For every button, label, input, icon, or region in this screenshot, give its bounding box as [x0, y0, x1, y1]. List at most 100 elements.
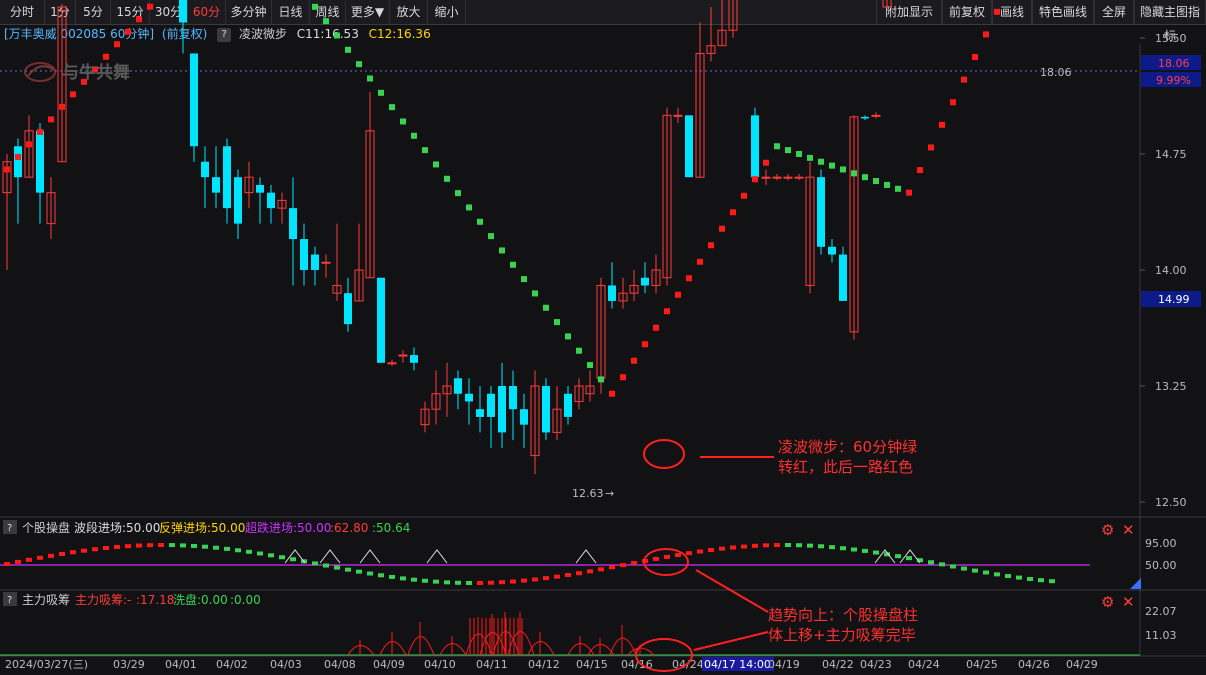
candle-body-29 — [321, 261, 331, 264]
toolbar-right-btn-2[interactable]: 画线 — [992, 0, 1032, 24]
lingbo-dot-74 — [818, 158, 824, 165]
toolbar-btn-4[interactable]: 30分 — [150, 0, 188, 24]
candle-body-59 — [651, 269, 661, 286]
panel1-wave: 波段进场:50.00 — [74, 520, 160, 535]
toolbar-right-btn-4[interactable]: 全屏 — [1094, 0, 1134, 24]
panel1-mark-88 — [972, 568, 978, 573]
panel1-mark-55 — [609, 565, 615, 570]
panel1-mark-31 — [345, 567, 351, 572]
lingbo-dot-83 — [917, 167, 923, 174]
candle-body-40 — [442, 385, 452, 395]
panel1-triangle-1 — [319, 549, 341, 564]
panel2-arc-4 — [465, 633, 493, 656]
panel1-close-icon[interactable]: ✕ — [1122, 521, 1135, 539]
toolbar-btn-0[interactable]: 分时 — [0, 0, 45, 24]
toolbar-btn-10[interactable]: 放大 — [390, 0, 428, 24]
candle-body-64 — [706, 45, 716, 54]
toolbar-btn-9[interactable]: 更多▼ — [346, 0, 390, 24]
lingbo-dot-33 — [367, 75, 373, 82]
panel1-triangle-2 — [359, 549, 381, 564]
panel1-help-icon[interactable] — [3, 520, 17, 534]
panel1-mark-94 — [1038, 578, 1044, 583]
candle-body-76 — [839, 254, 847, 301]
candle-body-25 — [277, 199, 287, 209]
panel1-mark-19 — [213, 545, 219, 550]
toolbar-right-btn-5[interactable]: 隐藏主图指标 — [1134, 0, 1206, 43]
toolbar-btn-3[interactable]: 15分 — [111, 0, 150, 24]
panel1-mark-93 — [1027, 576, 1033, 581]
panel1-mark-11 — [125, 544, 131, 549]
toolbar-btn-11[interactable]: 缩小 — [428, 0, 466, 24]
panel1-mark-34 — [378, 573, 384, 578]
panel1-mark-49 — [543, 576, 549, 581]
panel1-mark-24 — [268, 553, 274, 558]
panel1-mark-86 — [950, 564, 956, 569]
lingbo-dot-36 — [400, 118, 406, 125]
panel1-mark-77 — [851, 547, 857, 552]
candle-body-18 — [201, 161, 209, 178]
lingbo-dot-39 — [433, 161, 439, 168]
panel1-mark-61 — [675, 552, 681, 557]
panel1-mark-46 — [510, 579, 516, 584]
toolbar-btn-1[interactable]: 1分 — [45, 0, 76, 24]
chart-header: [万丰奥威 002085 60分钟] (前复权) ? 凌波微步 C11:16.5… — [0, 24, 431, 44]
toolbar-btn-8[interactable]: 周线 — [310, 0, 346, 24]
toolbar-btn-2[interactable]: 5分 — [76, 0, 111, 24]
candle-body-22 — [244, 176, 254, 194]
watermark-logo — [24, 62, 56, 82]
panel1-mark-79 — [873, 550, 879, 555]
panel1-mark-67 — [741, 544, 747, 549]
panel1-superfall: 超跌进场:50.00 — [245, 520, 331, 535]
lingbo-dot-43 — [477, 218, 483, 225]
toolbar-right-btn-3[interactable]: 特色画线 — [1032, 0, 1094, 24]
panel2-title: 主力吸筹 — [22, 593, 70, 607]
panel1-mark-17 — [191, 543, 197, 548]
annotation-sub-line1: 趋势向上：个股操盘柱 — [768, 606, 918, 624]
panel2-close-icon[interactable]: ✕ — [1122, 593, 1135, 611]
toolbar-btn-5[interactable]: 60分 — [188, 0, 226, 24]
lingbo-dot-0 — [4, 166, 10, 173]
lingbo-dot-67 — [741, 192, 747, 199]
panel1-mark-8 — [92, 547, 98, 552]
candle-body-79 — [871, 114, 881, 117]
panel1-gear-icon[interactable]: ⚙ — [1101, 521, 1114, 539]
toolbar-right-btn-0[interactable]: 附加显示 — [876, 0, 942, 24]
panel-resize-icon[interactable] — [1130, 578, 1141, 589]
panel1-mark-40 — [444, 580, 450, 585]
lingbo-dot-1 — [15, 153, 21, 160]
panel1-help-glyph: ? — [7, 523, 12, 534]
lingbo-dot-85 — [939, 121, 945, 128]
price-tick-3: 14.75 — [1155, 148, 1187, 161]
lingbo-dot-80 — [884, 181, 890, 188]
toolbar-right-btn-1[interactable]: 前复权 — [942, 0, 992, 24]
lingbo-dot-79 — [873, 178, 879, 185]
candle-body-69 — [761, 176, 771, 179]
c11-value: C11:16.53 — [296, 27, 359, 41]
date-label-20: 04/29 — [1066, 658, 1098, 671]
lingbo-dot-75 — [829, 162, 835, 169]
panel2-help-icon[interactable] — [3, 592, 17, 606]
indicator-name[interactable]: 凌波微步 — [239, 27, 287, 41]
panel1-triangle-4 — [575, 549, 597, 564]
panel1-mark-5 — [59, 551, 65, 556]
panel1-mark-2 — [26, 557, 32, 562]
panel1-mark-47 — [521, 578, 527, 583]
panel1-mark-9 — [103, 546, 109, 551]
lingbo-dot-54 — [598, 376, 604, 383]
lingbo-dot-59 — [653, 324, 659, 331]
date-cursor-box — [702, 657, 774, 671]
lingbo-dot-77 — [851, 170, 857, 177]
panel1-mark-65 — [719, 546, 725, 551]
help-icon[interactable]: ? — [217, 27, 232, 42]
panel2-gear-icon[interactable]: ⚙ — [1101, 593, 1114, 611]
panel1-mark-42 — [466, 580, 472, 585]
panel1-mark-25 — [279, 555, 285, 560]
candle-body-38 — [420, 408, 430, 426]
panel1-mark-74 — [818, 544, 824, 549]
toolbar-btn-6[interactable]: 多分钟 — [226, 0, 272, 24]
toolbar-btn-7[interactable]: 日线 — [272, 0, 310, 24]
panel1-mark-44 — [488, 580, 494, 585]
panel1-mark-13 — [147, 543, 153, 548]
stock-chart[interactable]: 17.0016.2515.5014.7514.0013.2512.50 2024… — [0, 0, 1206, 675]
panel1-tick-50: 50.00 — [1145, 559, 1177, 572]
